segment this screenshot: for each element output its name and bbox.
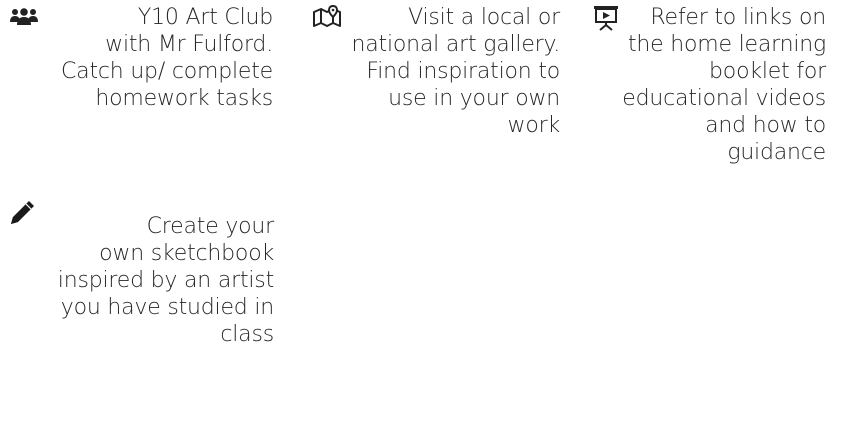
- activity-card-art-club: Y10 Art Club with Mr Fulford. Catch up/ …: [10, 4, 273, 112]
- map-marker-icon: [313, 4, 341, 31]
- activity-text: Y10 Art Club with Mr Fulford. Catch up/ …: [61, 5, 273, 111]
- activity-card-sketchbook: Create your own sketchbook inspired by a…: [10, 201, 274, 348]
- activity-text: Refer to links on the home learning book…: [622, 5, 826, 165]
- activity-text: Create your own sketchbook inspired by a…: [57, 214, 274, 347]
- pencil-icon: [10, 199, 36, 229]
- people-group-icon: [10, 8, 38, 30]
- video-presentation-icon: [593, 5, 619, 35]
- activity-card-art-gallery: Visit a local or national art gallery. F…: [313, 4, 560, 139]
- activity-card-learning-videos: Refer to links on the home learning book…: [593, 4, 826, 166]
- activity-text: Visit a local or national art gallery. F…: [351, 5, 561, 138]
